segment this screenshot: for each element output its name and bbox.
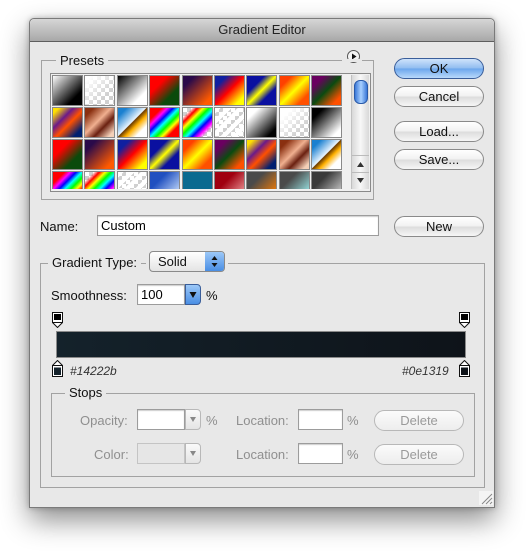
stops-label: Stops (65, 385, 107, 400)
preset-swatch-orange-yellow-orange[interactable] (278, 75, 310, 106)
scrollbar-thumb[interactable] (354, 80, 368, 104)
preset-swatch-teal[interactable] (181, 171, 213, 189)
opacity-stop-icon (458, 312, 471, 329)
preset-swatch-transparent-rainbow[interactable] (181, 107, 213, 138)
opacity-location-unit: % (347, 413, 359, 428)
color-stop-icon (51, 359, 64, 377)
preset-swatch-red-green[interactable] (149, 75, 181, 106)
color-stop-start[interactable] (51, 359, 64, 380)
presets-menu-gap (342, 59, 362, 62)
opacity-location-label: Location: (236, 413, 289, 428)
save-button[interactable]: Save... (394, 149, 484, 170)
preset-swatch-red-green-2[interactable] (52, 139, 83, 170)
color-dropdown-button[interactable] (185, 443, 201, 464)
preset-swatch-violet-green-orange[interactable] (311, 75, 343, 106)
cancel-button[interactable]: Cancel (394, 86, 484, 107)
preset-swatch-gray-orange[interactable] (246, 171, 278, 189)
preset-swatch-blue-red-yellow-2[interactable] (116, 139, 148, 170)
name-input[interactable] (97, 215, 379, 236)
gradient-type-label: Gradient Type: (48, 255, 142, 270)
end-color-hex: #0e1319 (402, 364, 449, 378)
color-location-label: Location: (236, 447, 289, 462)
chevron-down-icon (189, 292, 197, 298)
window-title: Gradient Editor (218, 22, 306, 37)
resize-grip-icon (481, 493, 493, 505)
load-button[interactable]: Load... (394, 121, 484, 142)
color-swatch-field[interactable] (137, 443, 185, 464)
preset-swatch-blue-light[interactable] (149, 171, 181, 189)
preset-swatch-gray-cyan[interactable] (278, 171, 310, 189)
preset-swatch-transparent-stripes[interactable] (214, 107, 245, 138)
preset-swatch-white-transparent[interactable] (278, 107, 310, 138)
opacity-stop-end[interactable] (458, 312, 471, 331)
color-label: Color: (94, 447, 129, 462)
preset-swatch-yellow-violet-orange-blue-2[interactable] (246, 139, 278, 170)
presets-list (50, 73, 371, 192)
preset-swatch-blue-yellow-blue[interactable] (246, 75, 278, 106)
swatch-grid (52, 75, 344, 189)
color-location-input[interactable] (298, 443, 343, 464)
preset-swatch-violet-green-orange-2[interactable] (214, 139, 245, 170)
gradient-type-value: Solid (158, 254, 187, 269)
color-stop-end[interactable] (458, 359, 471, 380)
preset-swatch-yellow-violet-orange-blue[interactable] (52, 107, 83, 138)
preset-swatch-spectrum-2[interactable] (52, 171, 83, 189)
arrow-down-icon (357, 178, 364, 183)
preset-swatch-transparent-stripes-2[interactable] (116, 171, 148, 189)
chevron-down-icon (190, 451, 196, 456)
preset-swatch-black-white-2[interactable] (116, 75, 148, 106)
smoothness-label: Smoothness: (51, 288, 127, 303)
gradient-preview-bar[interactable] (56, 331, 466, 358)
preset-swatch-red-pink[interactable] (214, 171, 245, 189)
chevron-down-icon (190, 417, 196, 422)
preset-swatch-blue-red-yellow[interactable] (214, 75, 245, 106)
select-stepper (205, 252, 224, 271)
opacity-stop-start[interactable] (51, 312, 64, 331)
presets-scrollbar[interactable] (351, 75, 369, 189)
color-delete-button[interactable]: Delete (374, 444, 464, 465)
preset-swatch-foreground-transparent[interactable] (84, 75, 116, 106)
gradient-type-select[interactable]: Solid (149, 251, 225, 272)
up-down-arrows-icon (211, 256, 218, 267)
opacity-unit: % (206, 413, 218, 428)
preset-swatch-white-black-diag[interactable] (246, 107, 278, 138)
preset-swatch-black-white-diag[interactable] (311, 107, 343, 138)
smoothness-dropdown-button[interactable] (185, 284, 201, 305)
preset-swatch-violet-orange-2[interactable] (84, 139, 116, 170)
resize-grip[interactable] (479, 491, 493, 505)
name-label: Name: (40, 219, 79, 234)
opacity-label: Opacity: (80, 413, 128, 428)
opacity-location-input[interactable] (298, 409, 343, 430)
preset-swatch-chrome-2[interactable] (311, 139, 343, 170)
opacity-delete-button[interactable]: Delete (374, 410, 464, 431)
preset-swatch-chrome[interactable] (116, 107, 148, 138)
start-color-hex: #14222b (70, 364, 117, 378)
preset-swatch-copper-2[interactable] (278, 139, 310, 170)
opacity-dropdown-button[interactable] (185, 409, 201, 430)
presets-label: Presets (56, 53, 109, 68)
scroll-down-button[interactable] (352, 172, 369, 189)
preset-swatch-orange-yellow-orange-2[interactable] (181, 139, 213, 170)
color-location-unit: % (347, 447, 359, 462)
preset-swatch-violet-orange[interactable] (181, 75, 213, 106)
gradient-editor-dialog: Gradient Editor Presets OK Cancel Load..… (29, 18, 495, 508)
opacity-stop-icon (51, 312, 64, 329)
preset-swatch-spectrum[interactable] (149, 107, 181, 138)
preset-swatch-blue-yellow-blue-2[interactable] (149, 139, 181, 170)
opacity-input[interactable] (137, 409, 185, 430)
title-bar[interactable]: Gradient Editor (30, 19, 494, 42)
scroll-up-button[interactable] (352, 155, 369, 172)
smoothness-unit: % (206, 288, 218, 303)
preset-swatch-black-white[interactable] (52, 75, 83, 106)
preset-swatch-copper[interactable] (84, 107, 116, 138)
preset-swatch-gray-white[interactable] (311, 171, 343, 189)
preset-swatch-transparent-rainbow-2[interactable] (84, 171, 116, 189)
smoothness-input[interactable] (137, 284, 185, 305)
ok-button[interactable]: OK (394, 58, 484, 79)
arrow-up-icon (357, 162, 364, 167)
new-button[interactable]: New (394, 216, 484, 237)
color-stop-icon (458, 359, 471, 377)
